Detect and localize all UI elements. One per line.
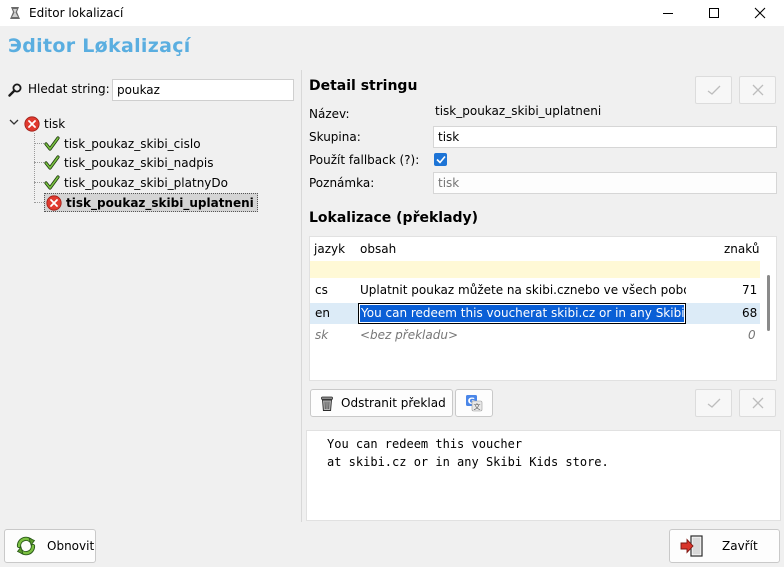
tree-item-label: tisk_poukaz_skibi_uplatneni <box>66 195 254 210</box>
grid-scrollbar[interactable] <box>767 275 770 331</box>
header-title: Эditor Løkalizaçí <box>8 35 191 57</box>
close-icon <box>752 84 763 96</box>
window-title: Editor lokalizací <box>29 6 124 20</box>
column-header-content[interactable]: obsah <box>360 242 396 256</box>
tree-guide <box>34 202 44 203</box>
pane-splitter[interactable] <box>301 70 302 522</box>
chevron-down-icon[interactable] <box>8 116 20 128</box>
tree-guide <box>34 162 44 163</box>
confirm-detail-button[interactable] <box>695 76 732 104</box>
search-label: Hledat string: <box>28 82 110 96</box>
refresh-button[interactable]: Obnovit <box>4 529 96 563</box>
tree-guide <box>34 143 44 144</box>
row-lang[interactable]: en <box>315 306 330 320</box>
column-header-lang[interactable]: jazyk <box>314 242 345 256</box>
group-input[interactable] <box>433 126 777 148</box>
remove-translation-label: Odstranit překlad <box>341 396 446 410</box>
localizations-section-title: Lokalizace (překlady) <box>309 210 479 226</box>
minimize-button[interactable] <box>645 0 691 26</box>
error-icon <box>24 115 40 132</box>
close-icon <box>752 397 763 409</box>
name-label: Název: <box>309 107 350 121</box>
remove-translation-button[interactable]: Odstranit překlad <box>310 389 453 417</box>
row-chars[interactable]: 71 <box>742 283 757 297</box>
group-label: Skupina: <box>309 130 361 144</box>
detail-section-title: Detail stringu <box>309 78 418 94</box>
close-button[interactable]: Zavřít <box>669 529 780 563</box>
tree-node-tisk[interactable]: tisk <box>24 114 65 133</box>
check-icon <box>44 135 60 151</box>
tree-node-label: tisk <box>44 116 66 131</box>
check-icon <box>707 398 720 408</box>
tree-item-label: tisk_poukaz_skibi_cislo <box>64 136 201 151</box>
row-lang[interactable]: cs <box>315 283 328 297</box>
search-icon <box>8 83 22 97</box>
tree-item-selected[interactable]: tisk_poukaz_skibi_uplatneni <box>34 193 258 212</box>
exit-door-icon <box>680 535 703 557</box>
fallback-checkbox[interactable] <box>434 153 447 166</box>
close-window-button[interactable] <box>737 0 783 26</box>
translation-text-editor[interactable]: You can redeem this voucher at skibi.cz … <box>306 430 781 521</box>
cancel-detail-button[interactable] <box>739 76 776 104</box>
localizations-grid[interactable]: jazyk obsah znaků cs Uplatnit poukaz můž… <box>309 236 777 381</box>
check-icon <box>435 155 446 164</box>
note-input[interactable] <box>433 172 777 194</box>
cancel-translation-button[interactable] <box>739 389 776 417</box>
new-row-placeholder[interactable] <box>310 261 760 278</box>
tree-item[interactable]: tisk_poukaz_skibi_cislo <box>34 134 201 153</box>
close-icon <box>754 7 766 19</box>
maximize-icon <box>709 8 719 18</box>
note-label: Poznámka: <box>309 176 375 190</box>
app-icon <box>10 7 20 19</box>
minimize-icon <box>663 13 673 14</box>
row-chars[interactable]: 0 <box>748 328 756 342</box>
column-header-chars[interactable]: znaků <box>724 242 759 256</box>
tree-guide <box>34 182 44 183</box>
refresh-icon <box>16 536 36 556</box>
close-label: Zavřít <box>722 539 758 553</box>
row-chars[interactable]: 68 <box>742 306 757 320</box>
row-content-selected-text: You can redeem this voucherat skibi.cz o… <box>360 305 684 322</box>
google-translate-icon: G 文 <box>466 395 483 412</box>
tree-item-selection: tisk_poukaz_skibi_uplatneni <box>44 193 258 212</box>
name-value: tisk_poukaz_skibi_uplatneni <box>435 104 602 118</box>
fallback-label: Použít fallback (?): <box>309 153 420 167</box>
check-icon <box>44 154 60 170</box>
grid-header: jazyk obsah znaků <box>310 237 768 261</box>
row-content[interactable]: Uplatnit poukaz můžete na skibi.cznebo v… <box>360 283 686 297</box>
tree-item[interactable]: tisk_poukaz_skibi_platnyDo <box>34 173 228 192</box>
tree-item-label: tisk_poukaz_skibi_nadpis <box>64 155 214 170</box>
check-icon <box>44 174 60 190</box>
tree-item-label: tisk_poukaz_skibi_platnyDo <box>64 175 228 190</box>
row-lang[interactable]: sk <box>315 328 328 342</box>
search-input[interactable] <box>112 79 294 101</box>
row-content-editor[interactable]: You can redeem this voucherat skibi.cz o… <box>358 303 686 324</box>
check-icon <box>707 85 720 95</box>
row-content[interactable]: <bez překladu> <box>360 328 458 342</box>
refresh-label: Obnovit <box>47 539 95 553</box>
error-icon <box>46 194 62 211</box>
svg-text:文: 文 <box>474 402 481 411</box>
translate-button[interactable]: G 文 <box>455 389 493 417</box>
trash-icon <box>321 396 333 411</box>
maximize-button[interactable] <box>691 0 737 26</box>
tree-item[interactable]: tisk_poukaz_skibi_nadpis <box>34 153 213 172</box>
confirm-translation-button[interactable] <box>695 389 732 417</box>
